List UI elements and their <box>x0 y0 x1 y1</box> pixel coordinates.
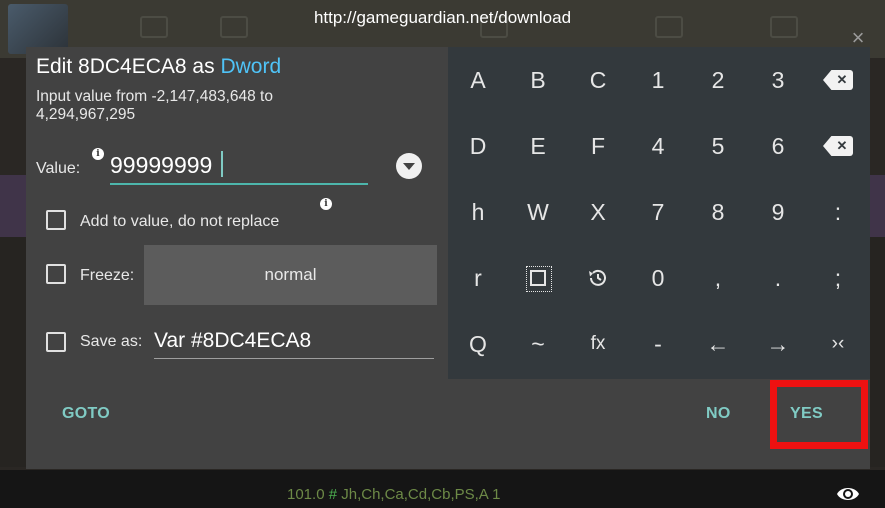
no-button[interactable]: NO <box>706 405 731 423</box>
select-icon[interactable] <box>508 245 568 311</box>
download-url-text: http://gameguardian.net/download <box>313 8 572 27</box>
value-input[interactable] <box>110 143 368 185</box>
eye-icon[interactable] <box>836 485 860 503</box>
key-f[interactable]: F <box>568 113 628 179</box>
key-c[interactable]: C <box>568 47 628 113</box>
status-flags: Jh,Ch,Ca,Cd,Cb,PS,A 1 <box>341 486 501 503</box>
key-d[interactable]: D <box>448 113 508 179</box>
key-5[interactable]: 5 <box>688 113 748 179</box>
key-w[interactable]: W <box>508 179 568 245</box>
save-as-checkbox[interactable] <box>46 332 66 352</box>
key-1[interactable]: 1 <box>628 47 688 113</box>
key-0[interactable]: 0 <box>628 245 688 311</box>
key-left-arrow[interactable]: ← <box>688 311 748 377</box>
key-minus[interactable]: - <box>628 311 688 377</box>
key-2[interactable]: 2 <box>688 47 748 113</box>
key-tilde[interactable]: ~ <box>508 311 568 377</box>
yes-button[interactable]: YES <box>790 405 823 423</box>
history-icon[interactable] <box>568 245 628 311</box>
key-r[interactable]: r <box>448 245 508 311</box>
freeze-checkbox[interactable] <box>46 264 66 284</box>
freeze-mode-select[interactable]: normal <box>144 245 437 305</box>
value-info-icon[interactable]: i <box>92 148 104 160</box>
key-semicolon[interactable]: ; <box>808 245 868 311</box>
key-x[interactable]: X <box>568 179 628 245</box>
save-as-name-input[interactable] <box>154 323 434 359</box>
value-type-link[interactable]: Dword <box>220 55 281 78</box>
key-collapse[interactable]: ›‹ <box>808 311 868 377</box>
clear-icon[interactable] <box>808 113 868 179</box>
value-range-hint: Input value from -2,147,483,648 to 4,294… <box>36 88 273 123</box>
key-6[interactable]: 6 <box>748 113 808 179</box>
key-8[interactable]: 8 <box>688 179 748 245</box>
text-cursor <box>221 151 223 177</box>
status-hash: # <box>328 486 338 503</box>
dialog-title: Edit 8DC4ECA8 as Dword <box>36 55 281 79</box>
key-3[interactable]: 3 <box>748 47 808 113</box>
save-as-label[interactable]: Save as: <box>80 333 142 351</box>
key-e[interactable]: E <box>508 113 568 179</box>
add-to-value-checkbox[interactable] <box>46 210 66 230</box>
backspace-icon[interactable] <box>808 47 868 113</box>
key-h[interactable]: h <box>448 179 508 245</box>
key-period[interactable]: . <box>748 245 808 311</box>
key-a[interactable]: A <box>448 47 508 113</box>
key-comma[interactable]: , <box>688 245 748 311</box>
key-q[interactable]: Q <box>448 311 508 377</box>
key-right-arrow[interactable]: → <box>748 311 808 377</box>
status-text: 101.0 # Jh,Ch,Ca,Cd,Cb,PS,A 1 <box>287 486 500 503</box>
key-4[interactable]: 4 <box>628 113 688 179</box>
key-fx[interactable]: fx <box>568 311 628 377</box>
freeze-label[interactable]: Freeze: <box>80 267 134 285</box>
goto-button[interactable]: GOTO <box>62 405 110 423</box>
key-b[interactable]: B <box>508 47 568 113</box>
hex-keypad: A B C 1 2 3 D E F 4 5 6 h W X 7 8 9 : r … <box>448 47 870 379</box>
close-icon: × <box>851 25 865 50</box>
add-to-value-info-icon[interactable]: i <box>320 198 332 210</box>
dialog-title-prefix: Edit 8DC4ECA8 as <box>36 55 215 78</box>
key-9[interactable]: 9 <box>748 179 808 245</box>
value-label: Value: <box>36 160 81 177</box>
key-7[interactable]: 7 <box>628 179 688 245</box>
add-to-value-label[interactable]: Add to value, do not replace <box>80 213 279 231</box>
key-colon[interactable]: : <box>808 179 868 245</box>
value-history-dropdown-icon[interactable] <box>396 153 422 179</box>
status-number: 101.0 <box>287 486 325 503</box>
